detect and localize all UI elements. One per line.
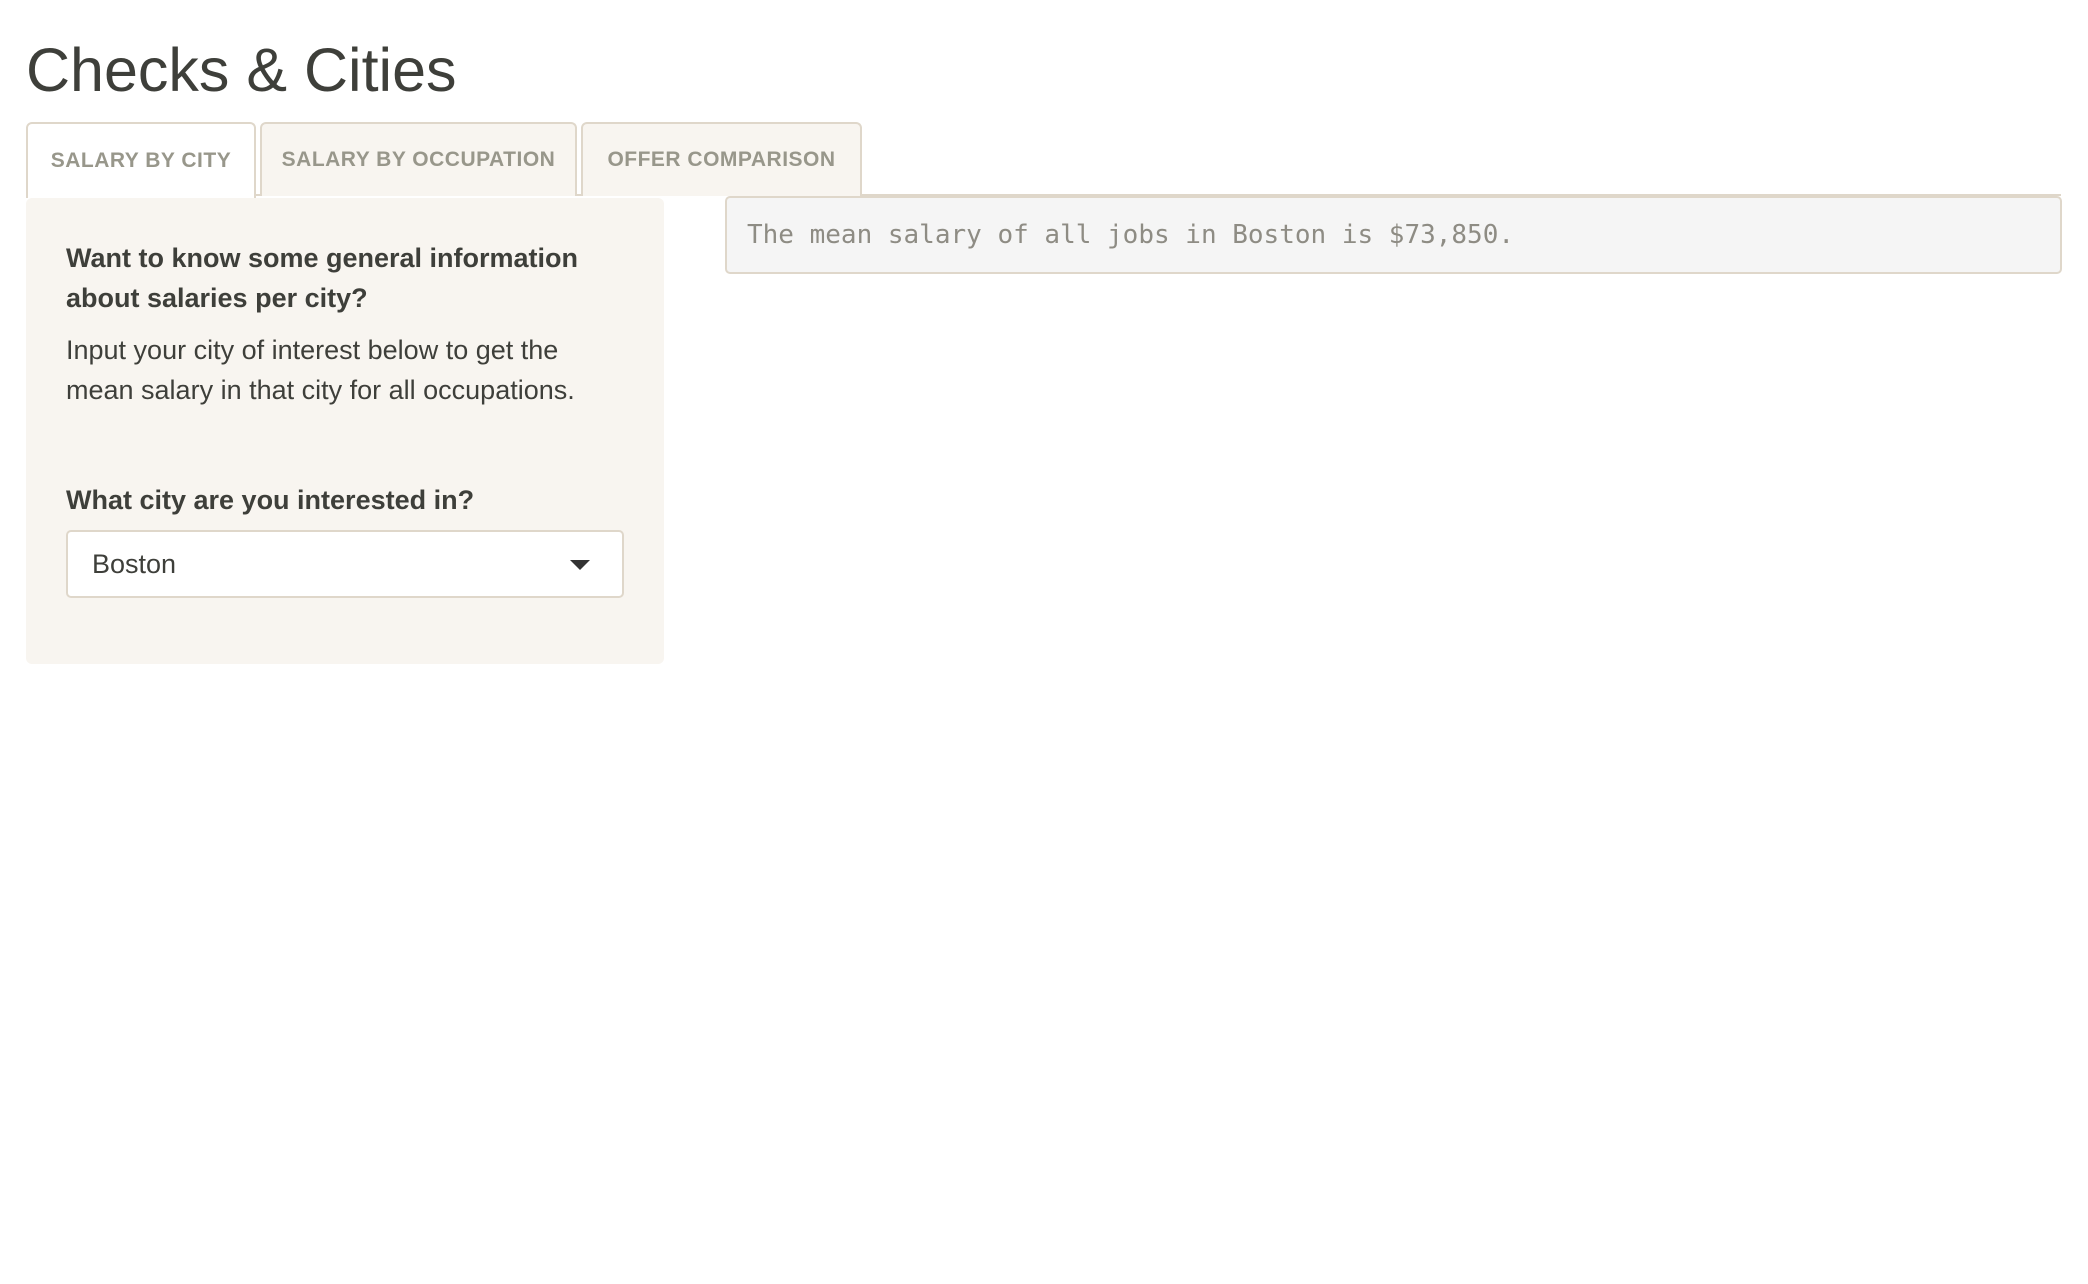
- city-select-value: Boston: [92, 548, 177, 579]
- sidebar-description: Input your city of interest below to get…: [66, 335, 575, 405]
- sidebar-heading: Want to know some general information ab…: [66, 243, 579, 313]
- tab-salary-by-occupation[interactable]: SALARY BY OCCUPATION: [260, 122, 577, 196]
- tab-offer-comparison[interactable]: OFFER COMPARISON: [581, 122, 862, 196]
- page-title: Checks & Cities: [26, 36, 457, 104]
- caret-down-icon: [570, 560, 590, 570]
- sidebar-panel: Want to know some general information ab…: [26, 198, 664, 664]
- tab-salary-by-city[interactable]: SALARY BY CITY: [26, 122, 256, 198]
- salary-output-text: The mean salary of all jobs in Boston is…: [747, 220, 1515, 250]
- city-select-label: What city are you interested in?: [66, 485, 475, 515]
- city-select[interactable]: Boston: [66, 530, 624, 598]
- page: Checks & Cities SALARY BY CITY SALARY BY…: [0, 0, 2088, 1284]
- tab-bar: SALARY BY CITY SALARY BY OCCUPATION OFFE…: [26, 122, 2061, 198]
- salary-output: The mean salary of all jobs in Boston is…: [725, 196, 2062, 274]
